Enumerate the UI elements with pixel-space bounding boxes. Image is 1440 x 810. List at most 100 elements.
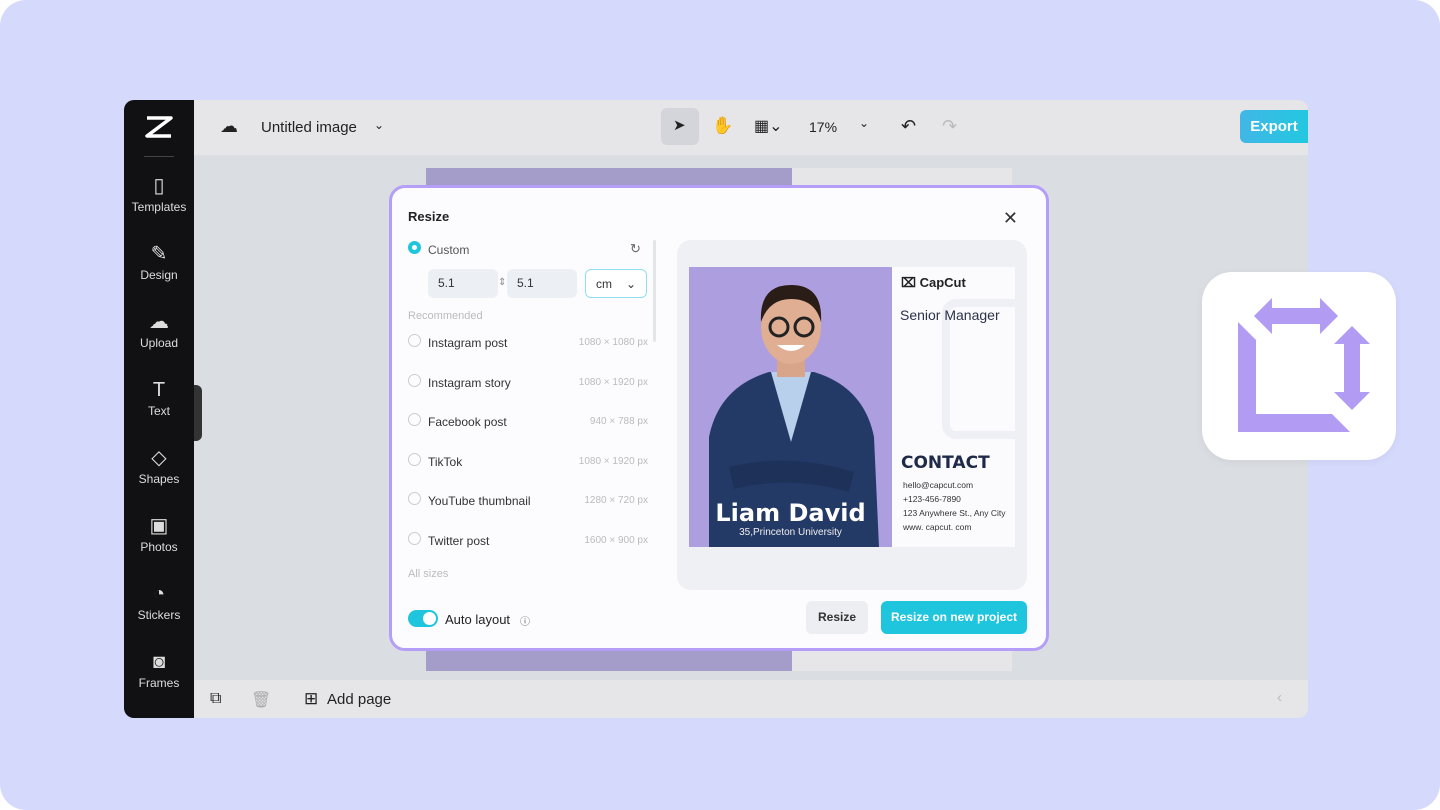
scrollbar[interactable] — [653, 240, 656, 342]
lock-ratio-icon[interactable]: ⇕ — [498, 277, 506, 288]
option-label: Custom — [428, 243, 470, 257]
frames-icon: ◙ — [152, 651, 166, 673]
document-title[interactable]: Untitled image — [261, 119, 357, 136]
auto-layout-toggle[interactable] — [408, 610, 438, 627]
add-page-icon[interactable]: ⊞ — [304, 689, 318, 709]
brand-text: CapCut — [919, 275, 966, 290]
resize-dialog: Resize ✕ Custom ↻ 5.1 ⇕ 5.1 cm ⌄ Recommen… — [389, 185, 1049, 651]
export-button[interactable]: Export — [1240, 110, 1308, 143]
sidebar-item-label: Photos — [140, 540, 178, 554]
preview-panel: Liam David 35,Princeton University ⌧ Cap… — [677, 240, 1027, 590]
option-custom[interactable]: Custom — [408, 241, 648, 261]
sidebar-item-shapes[interactable]: ◇ Shapes — [124, 446, 194, 486]
radio-button[interactable] — [408, 532, 421, 545]
undo-icon[interactable]: ↶ — [901, 116, 916, 137]
capcut-logo-icon — [145, 116, 173, 138]
recommended-heading: Recommended — [408, 310, 483, 322]
option-size: 1600 × 900 px — [584, 535, 648, 546]
unit-select[interactable]: cm ⌄ — [585, 269, 647, 298]
zoom-level[interactable]: 17% — [809, 119, 837, 135]
sidebar-item-templates[interactable]: ▯ Templates — [124, 174, 194, 214]
option-twitter-post[interactable]: Twitter post 1600 × 900 px — [408, 532, 648, 552]
contact-heading: CONTACT — [901, 453, 990, 473]
contact-line: 123 Anywhere St., Any City — [903, 508, 1006, 518]
stickers-icon: ◔ — [152, 583, 166, 605]
height-input[interactable]: 5.1 — [507, 269, 577, 298]
duplicate-page-icon[interactable]: ⧉ — [210, 690, 221, 708]
photos-icon: ▣ — [149, 515, 169, 537]
add-page-button[interactable]: Add page — [327, 691, 391, 708]
chevron-down-icon: ⌄ — [625, 277, 636, 291]
sidebar-item-design[interactable]: ✎ Design — [124, 242, 194, 282]
option-facebook-post[interactable]: Facebook post 940 × 788 px — [408, 413, 648, 433]
resize-new-project-button[interactable]: Resize on new project — [881, 601, 1027, 634]
select-tool-button[interactable]: ➤ — [661, 108, 699, 145]
sidebar: ▯ Templates ✎ Design ☁ Upload T Text ◇ Shapes ▣ Pho… — [124, 100, 194, 718]
brand-logo: ⌧ CapCut — [901, 275, 966, 290]
zoom-chevron-icon[interactable]: ⌄ — [859, 116, 869, 130]
option-tiktok[interactable]: TikTok 1080 × 1920 px — [408, 452, 648, 473]
preview-role: Senior Manager — [900, 307, 1000, 323]
sidebar-item-label: Shapes — [138, 472, 180, 486]
templates-icon: ▯ — [153, 175, 165, 197]
sidebar-item-label: Stickers — [137, 608, 181, 622]
option-size: 940 × 788 px — [589, 416, 648, 428]
sidebar-item-text[interactable]: T Text — [124, 378, 194, 418]
sidebar-item-frames[interactable]: ◙ Frames — [124, 650, 194, 690]
sidebar-collapse-handle[interactable] — [194, 385, 202, 441]
sidebar-item-label: Text — [147, 404, 170, 418]
width-input[interactable]: 5.1 — [428, 269, 498, 298]
contact-line: hello@capcut.com — [903, 480, 974, 490]
radio-button[interactable] — [408, 373, 421, 387]
redo-icon[interactable]: ↷ — [942, 116, 957, 137]
radio-button[interactable] — [408, 492, 421, 506]
design-icon: ✎ — [150, 243, 168, 265]
close-icon[interactable]: ✕ — [1003, 208, 1018, 229]
option-youtube-thumbnail[interactable]: YouTube thumbnail 1280 × 720 px — [408, 492, 648, 512]
option-size: 1080 × 1920 px — [578, 376, 648, 388]
sidebar-item-upload[interactable]: ☁ Upload — [124, 310, 194, 350]
shapes-icon: ◇ — [151, 447, 167, 469]
sidebar-item-photos[interactable]: ▣ Photos — [124, 514, 194, 554]
radio-selected[interactable] — [408, 241, 421, 254]
radio-button[interactable] — [408, 413, 421, 427]
contact-line: +123-456-7890 — [903, 494, 961, 504]
sidebar-item-stickers[interactable]: ◔ Stickers — [124, 582, 194, 622]
option-label: TikTok — [428, 454, 463, 469]
sidebar-item-label: Templates — [131, 200, 187, 214]
option-size: 1280 × 720 px — [584, 495, 648, 507]
option-size: 1080 × 1080 px — [578, 337, 648, 348]
radio-button[interactable] — [408, 452, 421, 466]
option-instagram-post[interactable]: Instagram post 1080 × 1080 px — [408, 334, 648, 354]
sidebar-item-label: Upload — [139, 336, 179, 350]
preview-photo: Liam David 35,Princeton University — [689, 267, 892, 547]
preview-subtitle: 35,Princeton University — [739, 527, 842, 538]
upload-icon: ☁ — [149, 311, 169, 333]
option-label: Facebook post — [428, 415, 507, 430]
all-sizes-link[interactable]: All sizes — [408, 568, 448, 580]
auto-layout-label: Auto layout — [445, 612, 511, 627]
option-label: Twitter post — [428, 534, 490, 548]
radio-button[interactable] — [408, 334, 421, 347]
cursor-icon: ➤ — [673, 117, 686, 134]
contact-line: www. capcut. com — [903, 522, 972, 532]
preview-name: Liam David — [715, 499, 866, 527]
chevron-left-icon[interactable]: ‹ — [1277, 689, 1282, 706]
text-icon: T — [152, 379, 166, 401]
hand-tool-icon[interactable]: ✋ — [712, 116, 733, 136]
option-label: YouTube thumbnail — [428, 494, 531, 509]
chevron-down-icon[interactable]: ⌄ — [374, 118, 384, 132]
bottom-bar: ⧉ 🗑 ⊞ Add page ‹ — [194, 680, 1308, 718]
sidebar-item-label: Design — [140, 268, 178, 282]
info-icon[interactable]: ⓘ — [520, 613, 530, 628]
resize-button[interactable]: Resize — [806, 601, 868, 634]
option-label: Instagram post — [428, 336, 508, 350]
dialog-title: Resize — [408, 209, 450, 224]
cloud-save-icon[interactable]: ☁ — [220, 116, 238, 137]
option-size: 1080 × 1920 px — [578, 455, 648, 467]
layout-icon[interactable]: ▦⌄ — [754, 116, 783, 136]
delete-icon[interactable]: 🗑 — [251, 690, 271, 710]
option-instagram-story[interactable]: Instagram story 1080 × 1920 px — [408, 373, 648, 394]
reset-icon[interactable]: ↻ — [630, 241, 641, 257]
top-toolbar: ☁ Untitled image ⌄ ➤ ✋ ▦⌄ 17% ⌄ ↶ ↷ Expo… — [194, 100, 1308, 155]
